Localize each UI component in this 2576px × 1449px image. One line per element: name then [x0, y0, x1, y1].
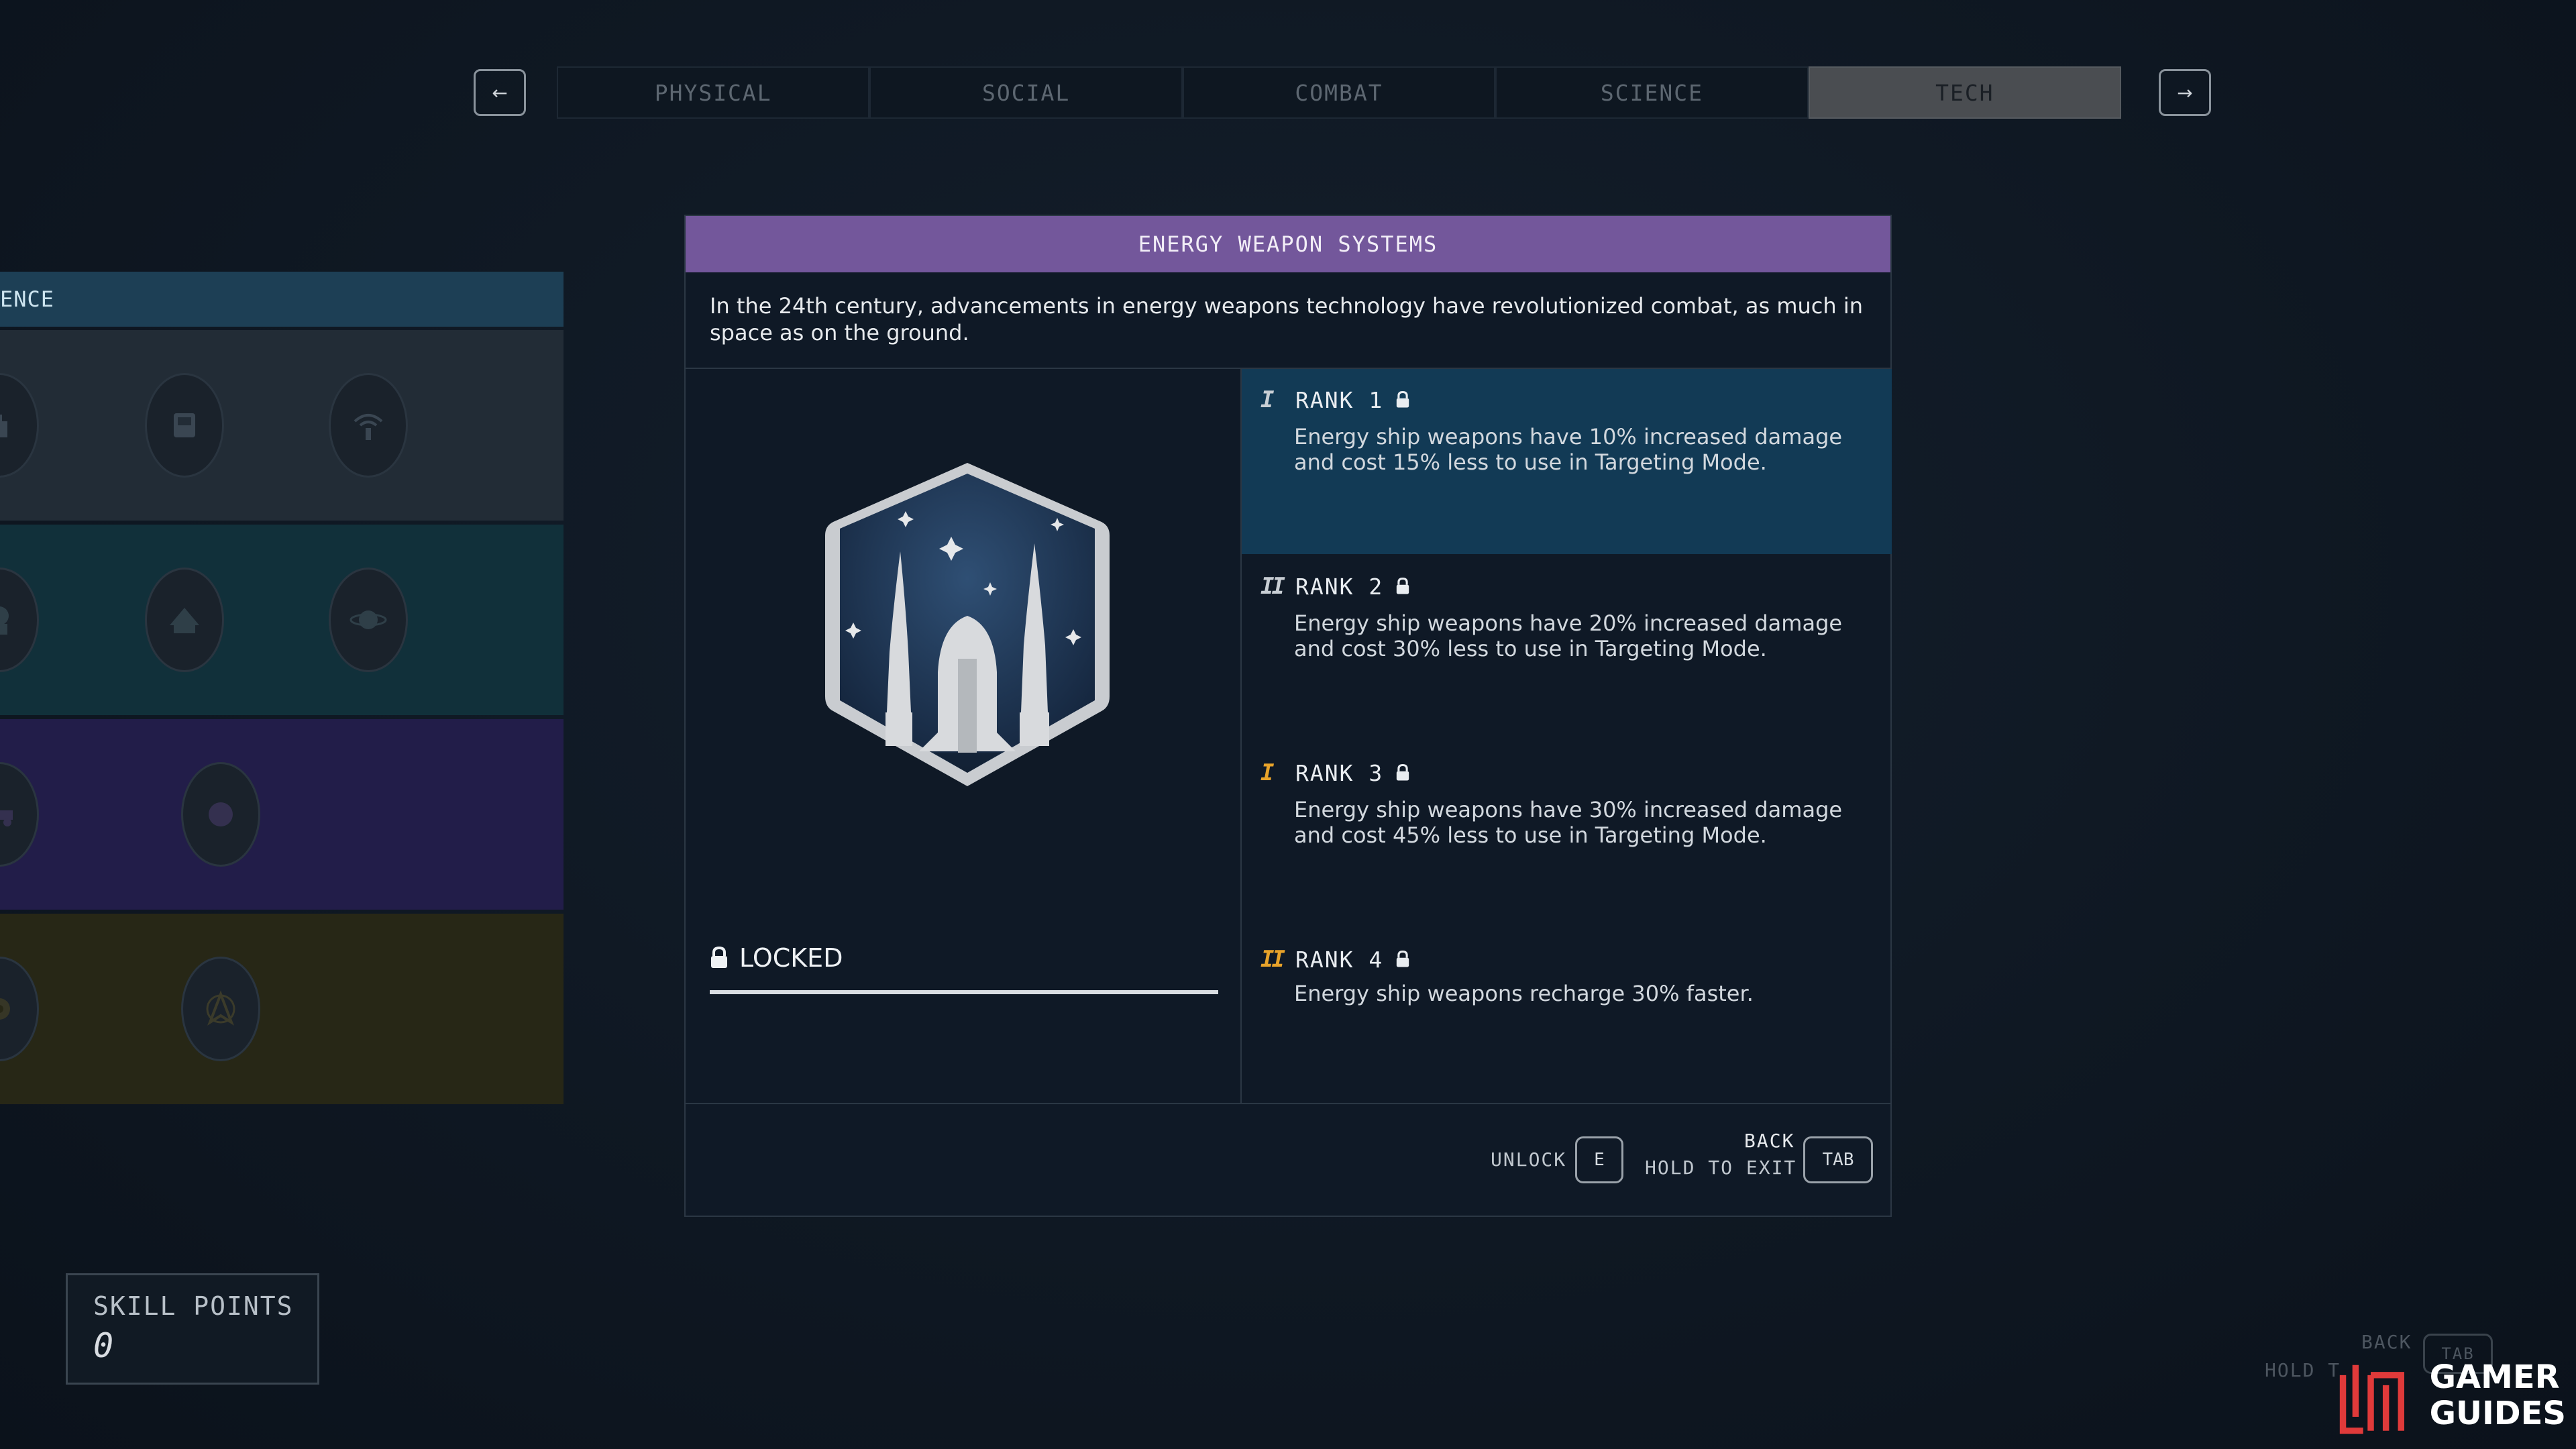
watermark-line: GUIDES — [2429, 1395, 2566, 1432]
skill-icon[interactable] — [329, 568, 408, 672]
energy-weapon-badge-icon — [825, 463, 1110, 786]
rank-description: Energy ship weapons have 20% increased d… — [1294, 610, 1843, 661]
skill-points-label: SKILL POINTS — [93, 1291, 294, 1321]
arrow-right-icon: → — [2177, 81, 2193, 104]
skill-tree-row-3 — [0, 719, 564, 910]
unlock-key-button[interactable]: E — [1575, 1136, 1623, 1183]
back-label: BACK — [1744, 1130, 1795, 1152]
skill-icon[interactable] — [0, 373, 39, 478]
skill-icon[interactable] — [181, 762, 260, 867]
skill-icon[interactable] — [145, 373, 224, 478]
rank-description: Energy ship weapons have 30% increased d… — [1294, 797, 1843, 848]
skill-tree-header: ENCE — [0, 272, 564, 327]
rank-label: RANK 3 — [1295, 759, 1384, 786]
back-key-button[interactable]: TAB — [1803, 1136, 1873, 1183]
scanner-icon — [174, 413, 195, 437]
skill-icon[interactable] — [0, 762, 39, 867]
rank-header: I RANK 1 — [1260, 386, 1410, 413]
rank-marker-icon: I — [1260, 386, 1274, 413]
signal-icon — [354, 414, 383, 440]
rank-header: I RANK 3 — [1260, 759, 1410, 786]
background-back-label: BACK — [2361, 1331, 2412, 1353]
prev-tab-button[interactable]: ← — [474, 69, 526, 116]
skill-icon[interactable] — [329, 373, 408, 478]
tab-label: SOCIAL — [982, 79, 1071, 106]
gamer-guides-logo-icon — [2339, 1364, 2404, 1434]
skill-detail-dialog: ENERGY WEAPON SYSTEMS In the 24th centur… — [684, 215, 1892, 1217]
rank-progress-bar — [710, 990, 1218, 994]
rank-1[interactable]: I RANK 1 Energy ship weapons have 10% in… — [1242, 369, 1892, 554]
gear-icon — [0, 998, 10, 1020]
skill-description: In the 24th century, advancements in ene… — [710, 293, 1863, 345]
skill-icon[interactable] — [145, 568, 224, 672]
gamer-guides-logo: GAMER GUIDES — [2338, 1352, 2566, 1439]
rank-header: II RANK 4 — [1260, 946, 1410, 973]
key-label: TAB — [1822, 1150, 1854, 1170]
lock-icon — [711, 947, 727, 968]
lock-icon — [1397, 951, 1409, 967]
rank-2[interactable]: II RANK 2 Energy ship weapons have 20% i… — [1242, 555, 1892, 741]
gamer-guides-text: GAMER GUIDES — [2430, 1359, 2566, 1432]
lock-icon — [1397, 391, 1409, 408]
cargo-ship-icon — [170, 608, 199, 633]
tab-label: COMBAT — [1295, 79, 1383, 106]
astronaut-icon — [0, 606, 9, 635]
tab-tech[interactable]: TECH — [1808, 66, 2122, 119]
skill-icon[interactable] — [181, 957, 260, 1061]
watermark-line: GAMER — [2429, 1358, 2560, 1396]
rank-marker-icon: II — [1260, 946, 1285, 973]
skill-category-tabs: PHYSICAL SOCIAL COMBAT SCIENCE TECH — [557, 66, 2122, 119]
skill-tree-row-4 — [0, 914, 564, 1104]
rank-label: RANK 2 — [1295, 573, 1384, 600]
globe-icon — [209, 802, 233, 826]
unlock-label: UNLOCK — [1491, 1148, 1567, 1171]
rank-label: RANK 4 — [1295, 946, 1384, 973]
skill-tree-row-1 — [0, 330, 564, 521]
tab-label: PHYSICAL — [654, 79, 772, 106]
tab-physical[interactable]: PHYSICAL — [557, 66, 870, 119]
rank-header: II RANK 2 — [1260, 573, 1410, 600]
tab-science[interactable]: SCIENCE — [1495, 66, 1809, 119]
dialog-title-text: ENERGY WEAPON SYSTEMS — [1138, 231, 1438, 257]
skill-points-value: 0 — [93, 1326, 114, 1365]
compass-icon — [206, 990, 235, 1026]
rank-label: RANK 1 — [1295, 386, 1384, 413]
skill-icon[interactable] — [0, 957, 39, 1061]
rank-marker-icon: I — [1260, 759, 1274, 786]
skill-icon[interactable] — [0, 568, 39, 672]
planet-ring-icon — [350, 610, 387, 629]
arrow-left-icon: ← — [492, 81, 508, 104]
dialog-title: ENERGY WEAPON SYSTEMS — [686, 216, 1890, 272]
rank-description: Energy ship weapons have 10% increased d… — [1294, 424, 1843, 475]
dialog-footer: UNLOCK E BACK HOLD TO EXIT TAB — [686, 1103, 1890, 1217]
background-hold-label: HOLD T — [2265, 1359, 2341, 1381]
skill-points-panel: SKILL POINTS 0 — [66, 1273, 319, 1385]
rover-icon — [0, 810, 13, 826]
tab-combat[interactable]: COMBAT — [1182, 66, 1496, 119]
lock-icon — [1397, 578, 1409, 594]
tab-social[interactable]: SOCIAL — [869, 66, 1183, 119]
tab-label: SCIENCE — [1600, 79, 1703, 106]
rank-4[interactable]: II RANK 4 Energy ship weapons recharge 3… — [1242, 928, 1892, 1102]
tab-label: TECH — [1935, 79, 1994, 106]
next-tab-button[interactable]: → — [2159, 69, 2211, 116]
hand-icon — [0, 415, 7, 437]
skill-tree-row-2 — [0, 525, 564, 715]
skill-tree-header-label: ENCE — [0, 286, 55, 312]
rank-3[interactable]: I RANK 3 Energy ship weapons have 30% in… — [1242, 742, 1892, 927]
rank-marker-icon: II — [1260, 573, 1285, 600]
locked-status: LOCKED — [710, 943, 843, 973]
hold-to-exit-label: HOLD TO EXIT — [1645, 1157, 1797, 1179]
lock-icon — [1397, 764, 1409, 781]
rank-description: Energy ship weapons recharge 30% faster. — [1294, 981, 1754, 1006]
locked-label: LOCKED — [739, 943, 843, 973]
key-label: E — [1594, 1150, 1605, 1170]
